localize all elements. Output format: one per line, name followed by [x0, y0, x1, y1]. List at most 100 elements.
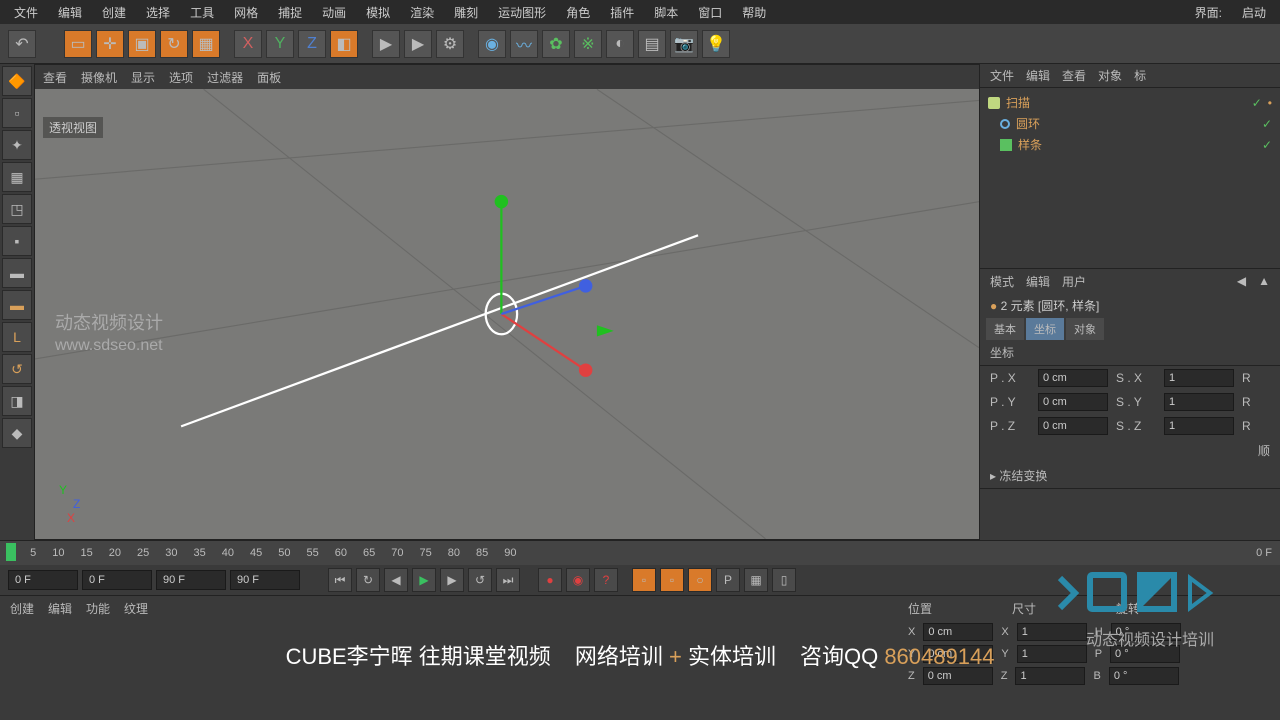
next-key[interactable]: ↺	[468, 568, 492, 592]
vp-camera[interactable]: 摄像机	[81, 69, 117, 86]
render-view[interactable]: ▶	[372, 30, 400, 58]
tab-object[interactable]: 对象	[1066, 318, 1104, 340]
deformer-tool[interactable]: ◐	[606, 30, 634, 58]
range-start[interactable]	[82, 570, 152, 590]
menu-edit[interactable]: 编辑	[48, 4, 92, 21]
end-frame[interactable]	[230, 570, 300, 590]
menu-simulate[interactable]: 模拟	[356, 4, 400, 21]
attr-mode[interactable]: 模式	[990, 273, 1014, 290]
start-frame[interactable]	[8, 570, 78, 590]
undo-button[interactable]: ↶	[8, 30, 36, 58]
perspective-viewport[interactable]: 透视视图	[35, 89, 979, 539]
object-sweep[interactable]: 扫描 ✓•	[984, 92, 1276, 113]
input-py[interactable]	[1038, 393, 1108, 411]
om-tags[interactable]: 标	[1134, 67, 1146, 84]
input-sx[interactable]	[1164, 369, 1234, 387]
om-edit[interactable]: 编辑	[1026, 67, 1050, 84]
attr-user[interactable]: 用户	[1062, 273, 1086, 290]
camera-tool[interactable]: 📷	[670, 30, 698, 58]
object-circle[interactable]: 圆环 ✓	[984, 113, 1276, 134]
nurbs-tool[interactable]: ✿	[542, 30, 570, 58]
recent-tool[interactable]: ▦	[192, 30, 220, 58]
select-tool[interactable]: ▭	[64, 30, 92, 58]
record-key[interactable]: ●	[538, 568, 562, 592]
timeline-ruler[interactable]: 0510 152025 303540 455055 606570 758085 …	[0, 541, 1280, 565]
autokey[interactable]: ◉	[566, 568, 590, 592]
render-region[interactable]: ▶	[404, 30, 432, 58]
tab-basic[interactable]: 基本	[986, 318, 1024, 340]
keyframe-sel[interactable]: ?	[594, 568, 618, 592]
mat-create[interactable]: 创建	[10, 600, 34, 617]
prev-frame[interactable]: ◀	[384, 568, 408, 592]
render-settings[interactable]: ⚙	[436, 30, 464, 58]
enable-axis[interactable]: ↺	[2, 354, 32, 384]
input-sy[interactable]	[1164, 393, 1234, 411]
goto-end[interactable]: ⏭	[496, 568, 520, 592]
floor-tool[interactable]: ▤	[638, 30, 666, 58]
light-tool[interactable]: 💡	[702, 30, 730, 58]
freeze-section[interactable]: ▸ 冻结变换	[980, 463, 1280, 489]
rot-b[interactable]	[1109, 667, 1179, 685]
input-pz[interactable]	[1038, 417, 1108, 435]
goto-start[interactable]: ⏮	[328, 568, 352, 592]
vp-filter[interactable]: 过滤器	[207, 69, 243, 86]
key-rot[interactable]: ○	[688, 568, 712, 592]
prev-key[interactable]: ↻	[356, 568, 380, 592]
point-mode[interactable]: ▪	[2, 226, 32, 256]
menu-file[interactable]: 文件	[4, 4, 48, 21]
next-frame[interactable]: ▶	[440, 568, 464, 592]
attr-edit[interactable]: 编辑	[1026, 273, 1050, 290]
rotate-tool[interactable]: ↻	[160, 30, 188, 58]
menu-help[interactable]: 帮助	[732, 4, 776, 21]
menu-script[interactable]: 脚本	[644, 4, 688, 21]
menu-select[interactable]: 选择	[136, 4, 180, 21]
mat-texture[interactable]: 纹理	[124, 600, 148, 617]
workplane-mode[interactable]: ◳	[2, 194, 32, 224]
attr-nav-back[interactable]: ◀	[1237, 274, 1246, 288]
object-mode[interactable]: ✦	[2, 130, 32, 160]
om-view[interactable]: 查看	[1062, 67, 1086, 84]
move-tool[interactable]: ✛	[96, 30, 124, 58]
vp-display[interactable]: 显示	[131, 69, 155, 86]
coord-system[interactable]: ◧	[330, 30, 358, 58]
menu-create[interactable]: 创建	[92, 4, 136, 21]
array-tool[interactable]: ※	[574, 30, 602, 58]
menu-mograph[interactable]: 运动图形	[488, 4, 556, 21]
mat-function[interactable]: 功能	[86, 600, 110, 617]
snap-toggle[interactable]: ◆	[2, 418, 32, 448]
tab-coords[interactable]: 坐标	[1026, 318, 1064, 340]
menu-sculpt[interactable]: 雕刻	[444, 4, 488, 21]
edge-mode[interactable]: ▬	[2, 258, 32, 288]
key-param[interactable]: P	[716, 568, 740, 592]
interface-value[interactable]: 启动	[1232, 4, 1276, 21]
menu-plugins[interactable]: 插件	[600, 4, 644, 21]
vp-view[interactable]: 查看	[43, 69, 67, 86]
vp-panel[interactable]: 面板	[257, 69, 281, 86]
key-pla[interactable]: ▦	[744, 568, 768, 592]
key-anim[interactable]: ▯	[772, 568, 796, 592]
vp-options[interactable]: 选项	[169, 69, 193, 86]
play-button[interactable]: ▶	[412, 568, 436, 592]
key-pos[interactable]: ▫	[632, 568, 656, 592]
om-objects[interactable]: 对象	[1098, 67, 1122, 84]
model-mode[interactable]: ▫	[2, 98, 32, 128]
texture-mode[interactable]: ▦	[2, 162, 32, 192]
input-sz[interactable]	[1164, 417, 1234, 435]
object-list[interactable]: 扫描 ✓• 圆环 ✓ 样条 ✓	[980, 88, 1280, 268]
range-end[interactable]	[156, 570, 226, 590]
object-spline[interactable]: 样条 ✓	[984, 134, 1276, 155]
mat-edit[interactable]: 编辑	[48, 600, 72, 617]
axis-y-lock[interactable]: Y	[266, 30, 294, 58]
spline-pen[interactable]: 〰	[510, 30, 538, 58]
menu-mesh[interactable]: 网格	[224, 4, 268, 21]
size-z[interactable]	[1015, 667, 1085, 685]
menu-render[interactable]: 渲染	[400, 4, 444, 21]
menu-character[interactable]: 角色	[556, 4, 600, 21]
axis-mode[interactable]: L	[2, 322, 32, 352]
axis-x-lock[interactable]: X	[234, 30, 262, 58]
axis-z-lock[interactable]: Z	[298, 30, 326, 58]
polygon-mode[interactable]: ▬	[2, 290, 32, 320]
make-editable[interactable]: 🔶	[2, 66, 32, 96]
menu-tools[interactable]: 工具	[180, 4, 224, 21]
menu-window[interactable]: 窗口	[688, 4, 732, 21]
